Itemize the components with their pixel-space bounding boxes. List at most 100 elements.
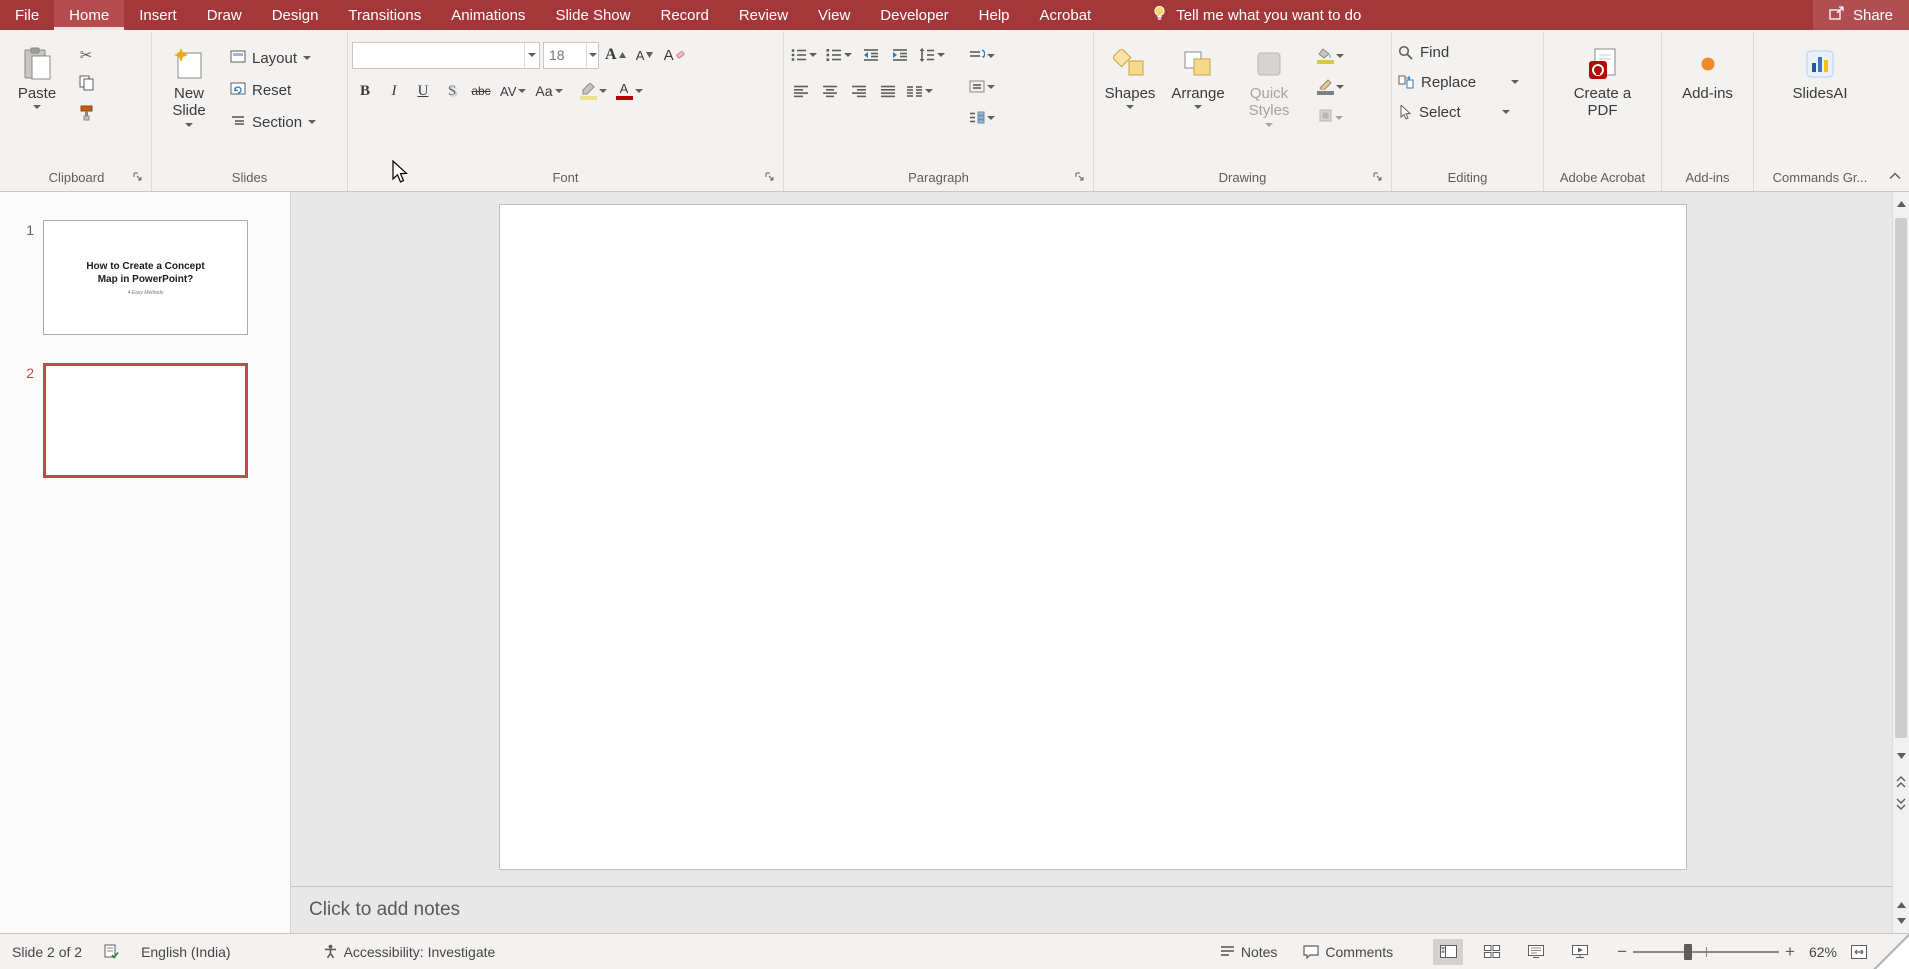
character-spacing-button[interactable]: AV [497,78,529,105]
justify-button[interactable] [875,78,901,105]
menu-tab-file[interactable]: File [0,0,54,30]
shape-outline-button[interactable] [1314,73,1347,100]
accessibility-checker-button[interactable]: Accessibility: Investigate [323,944,495,960]
font-name-dropdown-icon[interactable] [524,42,539,68]
font-name-combo[interactable] [352,41,540,69]
spell-check-button[interactable] [104,944,119,959]
menu-tab-insert[interactable]: Insert [124,0,192,30]
font-size-dropdown-icon[interactable] [586,42,598,68]
align-right-button[interactable] [846,78,872,105]
paragraph-dialog-launcher[interactable] [1073,170,1087,184]
cut-button[interactable]: ✂ [72,42,100,68]
increase-indent-button[interactable] [887,42,913,69]
strikethrough-button[interactable]: abc [468,78,494,105]
copy-button[interactable] [72,72,100,98]
shapes-button[interactable]: Shapes [1098,40,1162,111]
menu-tab-animations[interactable]: Animations [436,0,540,30]
slide-canvas[interactable] [499,204,1687,870]
notes-pane[interactable]: Click to add notes [291,886,1909,933]
menu-tab-help[interactable]: Help [964,0,1025,30]
zoom-slider[interactable] [1633,939,1780,965]
slide-2-preview[interactable] [43,363,248,478]
slide-show-button[interactable] [1565,939,1595,965]
slide-thumbnail-2[interactable]: 2 [20,363,290,478]
decrease-indent-button[interactable] [858,42,884,69]
new-slide-button[interactable]: New Slide [156,40,222,129]
previous-slide-button[interactable] [1893,772,1909,792]
align-text-button[interactable] [966,73,998,100]
change-case-button[interactable]: Aa [532,78,565,105]
fit-slide-to-window-button[interactable] [1851,944,1867,959]
text-highlight-button[interactable] [577,78,610,105]
slide-sorter-view-button[interactable] [1477,939,1507,965]
section-button[interactable]: Section [226,108,320,136]
font-dialog-launcher[interactable] [763,170,777,184]
increase-font-size-button[interactable]: A [602,42,629,69]
convert-to-smartart-button[interactable] [966,104,998,131]
menu-tab-draw[interactable]: Draw [192,0,257,30]
clear-formatting-button[interactable]: A [661,42,688,69]
vertical-scrollbar[interactable] [1892,192,1909,933]
decrease-font-size-button[interactable]: A [632,42,658,69]
columns-button[interactable] [904,78,936,105]
window-resize-grip[interactable] [1871,933,1909,969]
scroll-down-arrow[interactable] [1893,748,1909,764]
tell-me-box[interactable]: Tell me what you want to do [1152,0,1361,30]
font-size-input[interactable] [544,42,587,68]
layout-button[interactable]: Layout [226,44,320,72]
menu-tab-review[interactable]: Review [724,0,803,30]
align-left-button[interactable] [788,78,814,105]
menu-tab-acrobat[interactable]: Acrobat [1025,0,1107,30]
slide-thumbnail-1[interactable]: 1 How to Create a Concept Map in PowerPo… [20,220,290,335]
arrange-button[interactable]: Arrange [1166,40,1230,111]
menu-tab-transitions[interactable]: Transitions [333,0,436,30]
zoom-level-button[interactable]: 62% [1809,944,1837,960]
menu-tab-design[interactable]: Design [257,0,334,30]
clipboard-dialog-launcher[interactable] [131,170,145,184]
font-size-combo[interactable] [543,41,599,69]
zoom-in-button[interactable]: + [1785,942,1795,962]
text-shadow-button[interactable]: S [439,78,465,105]
bold-button[interactable]: B [352,78,378,105]
line-spacing-button[interactable] [916,42,948,69]
shape-effects-button[interactable] [1314,104,1347,131]
text-direction-button[interactable] [966,42,998,69]
select-button[interactable]: Select [1396,98,1512,126]
next-slide-button[interactable] [1893,794,1909,814]
align-center-button[interactable] [817,78,843,105]
scrollbar-thumb[interactable] [1895,218,1907,738]
normal-view-button[interactable] [1433,938,1464,965]
language-button[interactable]: English (India) [141,944,231,960]
find-button[interactable]: Find [1396,38,1451,66]
scroll-up-arrow[interactable] [1893,196,1909,212]
create-pdf-button[interactable]: Create a PDF [1553,40,1653,122]
slidesai-button[interactable]: SlidesAI [1775,40,1865,104]
numbering-button[interactable] [823,42,855,69]
reset-button[interactable]: Reset [226,76,320,104]
quick-styles-button[interactable]: Quick Styles [1234,40,1304,129]
slide-1-preview[interactable]: How to Create a Concept Map in PowerPoin… [43,220,248,335]
addins-button[interactable]: Add-ins [1671,40,1745,104]
format-painter-button[interactable] [72,102,100,128]
menu-tab-slide-show[interactable]: Slide Show [540,0,645,30]
font-name-input[interactable] [353,42,525,68]
menu-tab-developer[interactable]: Developer [865,0,963,30]
paste-button[interactable]: Paste [6,40,68,111]
menu-tab-home[interactable]: Home [54,0,125,30]
notes-scroll-down-arrow[interactable] [1893,914,1909,928]
shape-fill-button[interactable] [1314,42,1347,69]
italic-button[interactable]: I [381,78,407,105]
font-color-button[interactable]: A [613,78,646,105]
zoom-out-button[interactable]: − [1617,942,1627,962]
comments-toggle-button[interactable]: Comments [1303,944,1393,960]
zoom-slider-thumb[interactable] [1684,943,1693,960]
menu-tab-record[interactable]: Record [645,0,723,30]
collapse-ribbon-button[interactable] [1889,167,1901,185]
bullets-button[interactable] [788,42,820,69]
replace-button[interactable]: Replace [1396,68,1521,96]
slide-indicator[interactable]: Slide 2 of 2 [12,944,82,960]
drawing-dialog-launcher[interactable] [1371,170,1385,184]
underline-button[interactable]: U [410,78,436,105]
share-button[interactable]: Share [1812,0,1909,30]
notes-scroll-up-arrow[interactable] [1893,898,1909,912]
